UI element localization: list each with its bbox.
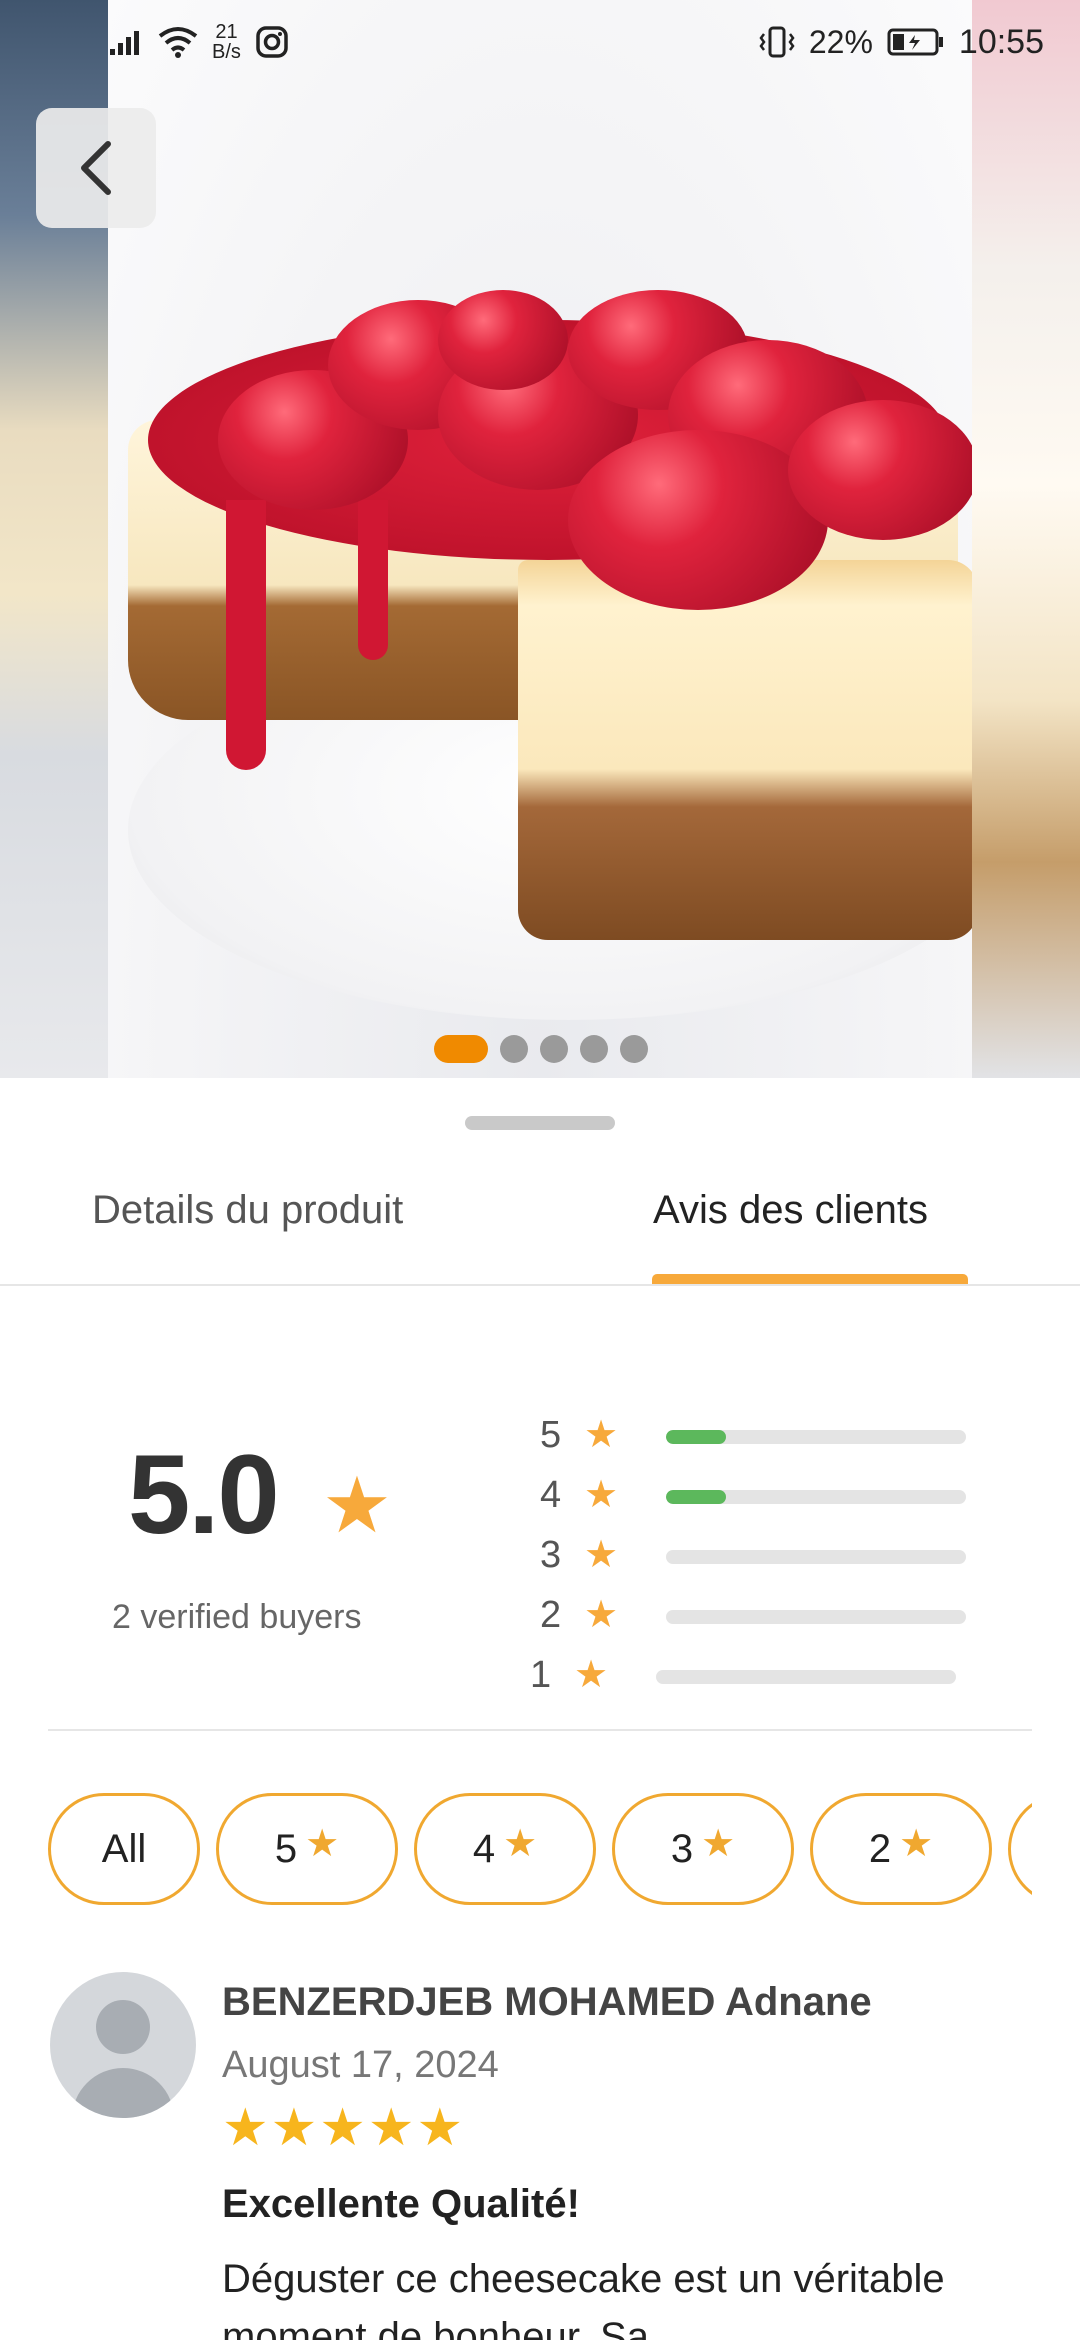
star-icon: ★ bbox=[584, 1594, 619, 1636]
star-icon: ★ bbox=[899, 1822, 934, 1865]
rating-row-stars: 3 bbox=[540, 1534, 562, 1576]
rating-row: 3 ★ bbox=[540, 1526, 1000, 1586]
sheet-drag-handle[interactable] bbox=[465, 1116, 615, 1130]
carousel-dot[interactable] bbox=[500, 1035, 528, 1063]
tab-product-details[interactable]: Details du produit bbox=[92, 1188, 403, 1233]
rating-row-stars: 1 bbox=[530, 1654, 552, 1696]
rating-row-stars: 4 bbox=[540, 1474, 562, 1516]
rating-row: 4 ★ bbox=[540, 1466, 1000, 1526]
average-rating: 5.0 bbox=[128, 1432, 280, 1557]
verified-buyers-count: 2 verified buyers bbox=[112, 1598, 362, 1636]
divider bbox=[48, 1729, 1032, 1731]
review-author: BENZERDJEB MOHAMED Adnane bbox=[222, 1980, 872, 2024]
rating-row-bar-fill bbox=[666, 1430, 726, 1444]
network-rate-unit: B/s bbox=[212, 41, 241, 63]
battery-percent: 22% bbox=[808, 23, 873, 60]
carousel-dot[interactable] bbox=[580, 1035, 608, 1063]
rating-row: 5 ★ bbox=[540, 1406, 1000, 1466]
network-rate: 21 B/s bbox=[212, 22, 241, 62]
review-stars: ★★★★★ bbox=[222, 2099, 466, 2157]
star-icon: ★ bbox=[584, 1534, 619, 1576]
star-icon: ★ bbox=[305, 1822, 340, 1865]
product-image-carousel[interactable] bbox=[0, 0, 1080, 1078]
star-icon: ★ bbox=[584, 1414, 619, 1456]
rating-row-bar bbox=[666, 1490, 966, 1504]
review-text: Déguster ce cheesecake est un véritable … bbox=[222, 2257, 945, 2340]
avatar bbox=[50, 1972, 196, 2118]
rating-row-bar bbox=[666, 1430, 966, 1444]
clock: 10:55 bbox=[958, 22, 1044, 61]
tab-bar: Details du produit Avis des clients bbox=[0, 1150, 1080, 1286]
rating-row-bar bbox=[656, 1670, 956, 1684]
star-icon: ★ bbox=[322, 1461, 392, 1549]
cake-cut-face bbox=[518, 560, 972, 940]
rating-row-stars: 2 bbox=[540, 1594, 562, 1636]
filter-5-star-button[interactable]: 5 ★ bbox=[216, 1793, 398, 1905]
rating-row-stars: 5 bbox=[540, 1414, 562, 1456]
network-rate-value: 21 bbox=[215, 21, 238, 43]
filter-chip-label: 5 bbox=[274, 1826, 298, 1871]
filter-all-button[interactable]: All bbox=[48, 1793, 200, 1905]
battery-icon bbox=[887, 28, 943, 56]
carousel-dot[interactable] bbox=[620, 1035, 648, 1063]
tab-customer-reviews[interactable]: Avis des clients bbox=[653, 1188, 928, 1233]
signal-icon bbox=[110, 31, 139, 55]
filter-chip-label: 2 bbox=[868, 1826, 892, 1871]
rating-filter-chips: All 5 ★ 4 ★ 3 ★ 2 ★ bbox=[48, 1793, 1032, 1913]
filter-4-star-button[interactable]: 4 ★ bbox=[414, 1793, 596, 1905]
rating-row-bar-fill bbox=[666, 1490, 726, 1504]
product-photo-cheesecake bbox=[108, 0, 972, 1078]
star-icon: ★ bbox=[574, 1654, 609, 1696]
avatar-head bbox=[96, 2000, 150, 2054]
star-icon: ★ bbox=[584, 1474, 619, 1516]
instagram-icon bbox=[256, 26, 288, 58]
wifi-icon bbox=[158, 27, 198, 58]
status-bar: 21 B/s 22% 10:55 bbox=[0, 0, 1080, 84]
filter-more-button[interactable] bbox=[1008, 1793, 1032, 1905]
review-title: Excellente Qualité! bbox=[222, 2182, 580, 2226]
carousel-indicator bbox=[434, 1035, 648, 1063]
back-button[interactable] bbox=[36, 108, 156, 228]
glaze-drip bbox=[358, 500, 388, 660]
carousel-dot[interactable] bbox=[540, 1035, 568, 1063]
next-slide-preview bbox=[972, 0, 1080, 1078]
rating-row: 2 ★ bbox=[540, 1586, 1000, 1646]
filter-chip-label: 4 bbox=[472, 1826, 496, 1871]
strawberry bbox=[438, 290, 568, 390]
review-item: BENZERDJEB MOHAMED Adnane August 17, 202… bbox=[0, 1972, 1080, 2340]
review-date: August 17, 2024 bbox=[222, 2044, 499, 2086]
strawberry bbox=[788, 400, 972, 540]
chevron-left-icon bbox=[81, 141, 111, 195]
rating-row-bar bbox=[666, 1550, 966, 1564]
rating-summary: 5.0 ★ 2 verified buyers 5 ★ 4 ★ 3 ★ 2 ★ 1 ★ bbox=[0, 1380, 1080, 1696]
filter-2-star-button[interactable]: 2 ★ bbox=[810, 1793, 992, 1905]
filter-chip-label: 3 bbox=[670, 1826, 694, 1871]
star-icon: ★ bbox=[503, 1822, 538, 1865]
active-tab-indicator bbox=[652, 1274, 968, 1284]
carousel-dot[interactable] bbox=[434, 1035, 488, 1063]
star-icon: ★ bbox=[701, 1822, 736, 1865]
rating-row: 1 ★ bbox=[530, 1646, 990, 1706]
vibrate-icon bbox=[759, 26, 795, 58]
glaze-drip bbox=[226, 500, 266, 770]
avatar-body bbox=[72, 2068, 174, 2118]
rating-row-bar bbox=[666, 1610, 966, 1624]
filter-3-star-button[interactable]: 3 ★ bbox=[612, 1793, 794, 1905]
